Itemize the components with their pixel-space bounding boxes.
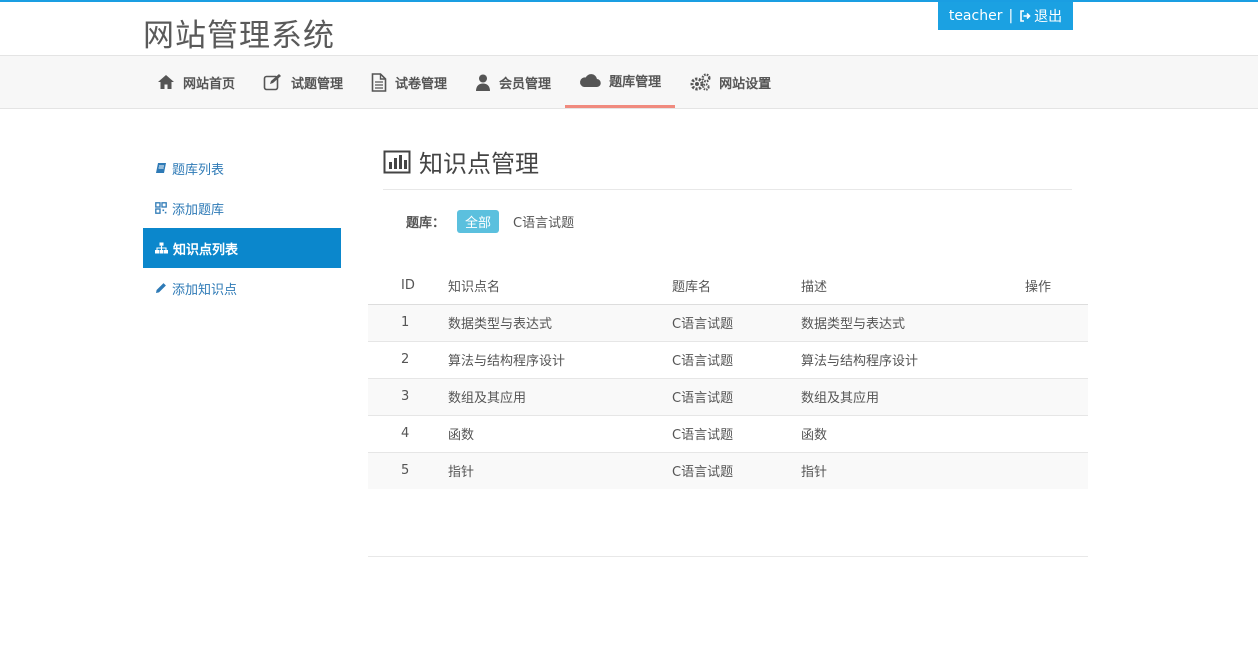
cell-id: 5 [368,452,448,489]
cell-bank: C语言试题 [672,378,801,416]
qrcode-icon [155,202,167,214]
nav-item-label: 题库管理 [609,75,662,90]
edit-icon [263,74,282,91]
pencil-icon [156,283,166,293]
nav-item-label: 试卷管理 [395,76,448,92]
cell-id: 4 [368,415,448,453]
cell-name: 算法与结构程序设计 [448,341,672,379]
table-header-row: ID 知识点名 题库名 描述 操作 [368,267,1088,305]
page-title: 知识点管理 [383,144,539,179]
content-bottom-divider [368,556,1088,557]
nav-item-question-bank[interactable]: 题库管理 [565,56,676,108]
nav-item-label: 会员管理 [499,76,552,92]
cell-description: 算法与结构程序设计 [801,341,1025,379]
cell-description: 指针 [801,452,1025,489]
top-navbar: 网站首页 试题管理 试卷管理 会员管理 题库管理 网站设置 [0,55,1258,109]
cloud-icon [580,74,601,88]
column-header-name: 知识点名 [448,267,672,305]
table-row: 4 函数 C语言试题 函数 [368,415,1088,453]
sidebar: 题库列表 添加题库 知识点列表 添加知识点 [143,148,341,308]
cell-id: 1 [368,304,448,342]
cell-actions [1025,341,1088,379]
cell-actions [1025,378,1088,416]
user-icon [476,74,491,91]
user-box: teacher | 退出 [938,2,1073,30]
filter-option-all[interactable]: 全部 [457,210,500,233]
cell-bank: C语言试题 [672,304,801,342]
sidebar-item-bank-list[interactable]: 题库列表 [143,148,341,188]
main-nav: 网站首页 试题管理 试卷管理 会员管理 题库管理 网站设置 [143,56,785,108]
cell-bank: C语言试题 [672,415,801,453]
cell-description: 函数 [801,415,1025,453]
nav-item-label: 试题管理 [291,76,344,92]
column-header-actions: 操作 [1025,267,1088,305]
logout-button[interactable]: 退出 [1019,6,1062,26]
sidebar-item-add-bank[interactable]: 添加题库 [143,188,341,228]
sidebar-item-knowledge-list[interactable]: 知识点列表 [143,228,341,268]
page-title-text: 知识点管理 [419,150,539,178]
cell-name: 指针 [448,452,672,489]
column-header-bank: 题库名 [672,267,801,305]
nav-item-label: 网站首页 [183,76,236,92]
user-separator: | [1008,8,1014,24]
nav-item-site-settings[interactable]: 网站设置 [675,56,785,108]
book-icon [156,163,166,173]
bar-chart-icon [383,150,411,173]
logout-label: 退出 [1034,9,1063,25]
sidebar-item-label: 添加知识点 [172,282,238,298]
nav-item-label: 网站设置 [719,76,772,92]
sidebar-item-add-knowledge[interactable]: 添加知识点 [143,268,341,308]
sidebar-item-label: 题库列表 [172,162,225,178]
column-header-description: 描述 [801,267,1025,305]
bank-filter: 题库： 全部 C语言试题 [406,210,574,233]
nav-item-papers[interactable]: 试卷管理 [357,56,461,108]
cell-bank: C语言试题 [672,341,801,379]
file-icon [371,72,387,92]
cell-name: 数组及其应用 [448,378,672,416]
title-divider [383,189,1072,190]
cell-actions [1025,304,1088,342]
table-row: 3 数组及其应用 C语言试题 数组及其应用 [368,378,1088,416]
cell-actions [1025,452,1088,489]
sidebar-item-label: 添加题库 [172,202,225,218]
site-title: 网站管理系统 [143,18,335,54]
gears-icon [690,73,711,91]
cell-name: 数据类型与表达式 [448,304,672,342]
nav-item-home[interactable]: 网站首页 [143,56,249,108]
sign-out-icon [1020,10,1031,22]
cell-description: 数据类型与表达式 [801,304,1025,342]
sidebar-item-label: 知识点列表 [173,242,239,258]
cell-id: 2 [368,341,448,379]
nav-item-members[interactable]: 会员管理 [461,56,565,108]
column-header-id: ID [368,267,448,305]
cell-id: 3 [368,378,448,416]
cell-bank: C语言试题 [672,452,801,489]
filter-option-c-language[interactable]: C语言试题 [513,212,574,231]
table-row: 5 指针 C语言试题 指针 [368,452,1088,489]
sitemap-icon [155,242,168,254]
table-row: 1 数据类型与表达式 C语言试题 数据类型与表达式 [368,304,1088,342]
cell-name: 函数 [448,415,672,453]
table-row: 2 算法与结构程序设计 C语言试题 算法与结构程序设计 [368,341,1088,379]
home-icon [158,75,174,89]
knowledge-table: ID 知识点名 题库名 描述 操作 1 数据类型与表达式 C语言试题 数据类型与… [368,267,1088,489]
cell-description: 数组及其应用 [801,378,1025,416]
cell-actions [1025,415,1088,453]
username-link[interactable]: teacher [949,8,1003,24]
filter-label: 题库： [406,216,446,231]
nav-item-questions[interactable]: 试题管理 [249,56,357,108]
